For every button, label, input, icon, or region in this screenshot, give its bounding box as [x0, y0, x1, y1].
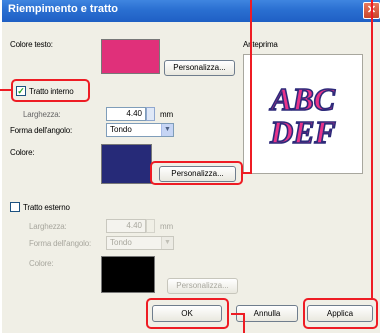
outer-corner-value: Tondo — [110, 238, 132, 247]
inner-stroke-callout-line — [0, 89, 11, 91]
inner-corner-value: Tondo — [110, 125, 132, 134]
outer-corner-label: Forma dell'angolo: — [29, 239, 91, 248]
preview-line-1: ABC — [269, 81, 336, 117]
ok-callout — [146, 298, 229, 329]
apply-callout-line — [371, 0, 373, 298]
inner-stroke-callout — [11, 79, 90, 102]
inner-width-spinner[interactable] — [146, 107, 155, 121]
outer-color-swatch[interactable] — [101, 256, 155, 293]
outer-stroke-label: Tratto esterno — [23, 203, 70, 212]
inner-color-label: Colore: — [10, 148, 35, 157]
outer-corner-select[interactable]: Tondo ▼ — [106, 236, 174, 250]
outer-stroke-checkbox[interactable] — [10, 202, 20, 212]
text-color-swatch[interactable] — [101, 39, 160, 74]
chevron-down-icon[interactable]: ▼ — [161, 237, 173, 249]
title-bar: Riempimento e tratto ✕ — [2, 0, 380, 22]
preview-panel: ABC DEF — [243, 54, 363, 174]
inner-corner-select[interactable]: Tondo ▼ — [106, 123, 174, 137]
ok-callout-line-v — [243, 313, 245, 333]
text-color-label: Colore testo: — [10, 40, 53, 49]
window-title: Riempimento e tratto — [8, 3, 119, 15]
preview-text-art: ABC DEF — [268, 80, 337, 151]
outer-width-spinner[interactable] — [146, 219, 155, 233]
apply-callout — [303, 298, 378, 329]
outer-color-customize-button[interactable]: Personalizza... — [167, 278, 238, 294]
preview-label: Anteprima — [243, 40, 278, 49]
outer-width-unit: mm — [160, 222, 173, 231]
cancel-button[interactable]: Annulla — [236, 305, 298, 322]
inner-width-unit: mm — [160, 110, 173, 119]
outer-width-input[interactable]: 4.40 — [106, 219, 146, 233]
chevron-down-icon[interactable]: ▼ — [161, 124, 173, 136]
inner-width-input[interactable]: 4.40 — [106, 107, 146, 121]
inner-width-label: Larghezza: — [23, 110, 61, 119]
text-color-customize-button[interactable]: Personalizza... — [164, 60, 235, 76]
preview-line-2: DEF — [269, 114, 336, 150]
outer-width-label: Larghezza: — [29, 222, 67, 231]
customize-callout — [150, 161, 243, 185]
outer-color-label: Colore: — [29, 259, 54, 268]
customize-callout-line-v — [250, 0, 252, 174]
inner-color-swatch[interactable] — [101, 144, 152, 184]
inner-corner-label: Forma dell'angolo: — [10, 126, 72, 135]
